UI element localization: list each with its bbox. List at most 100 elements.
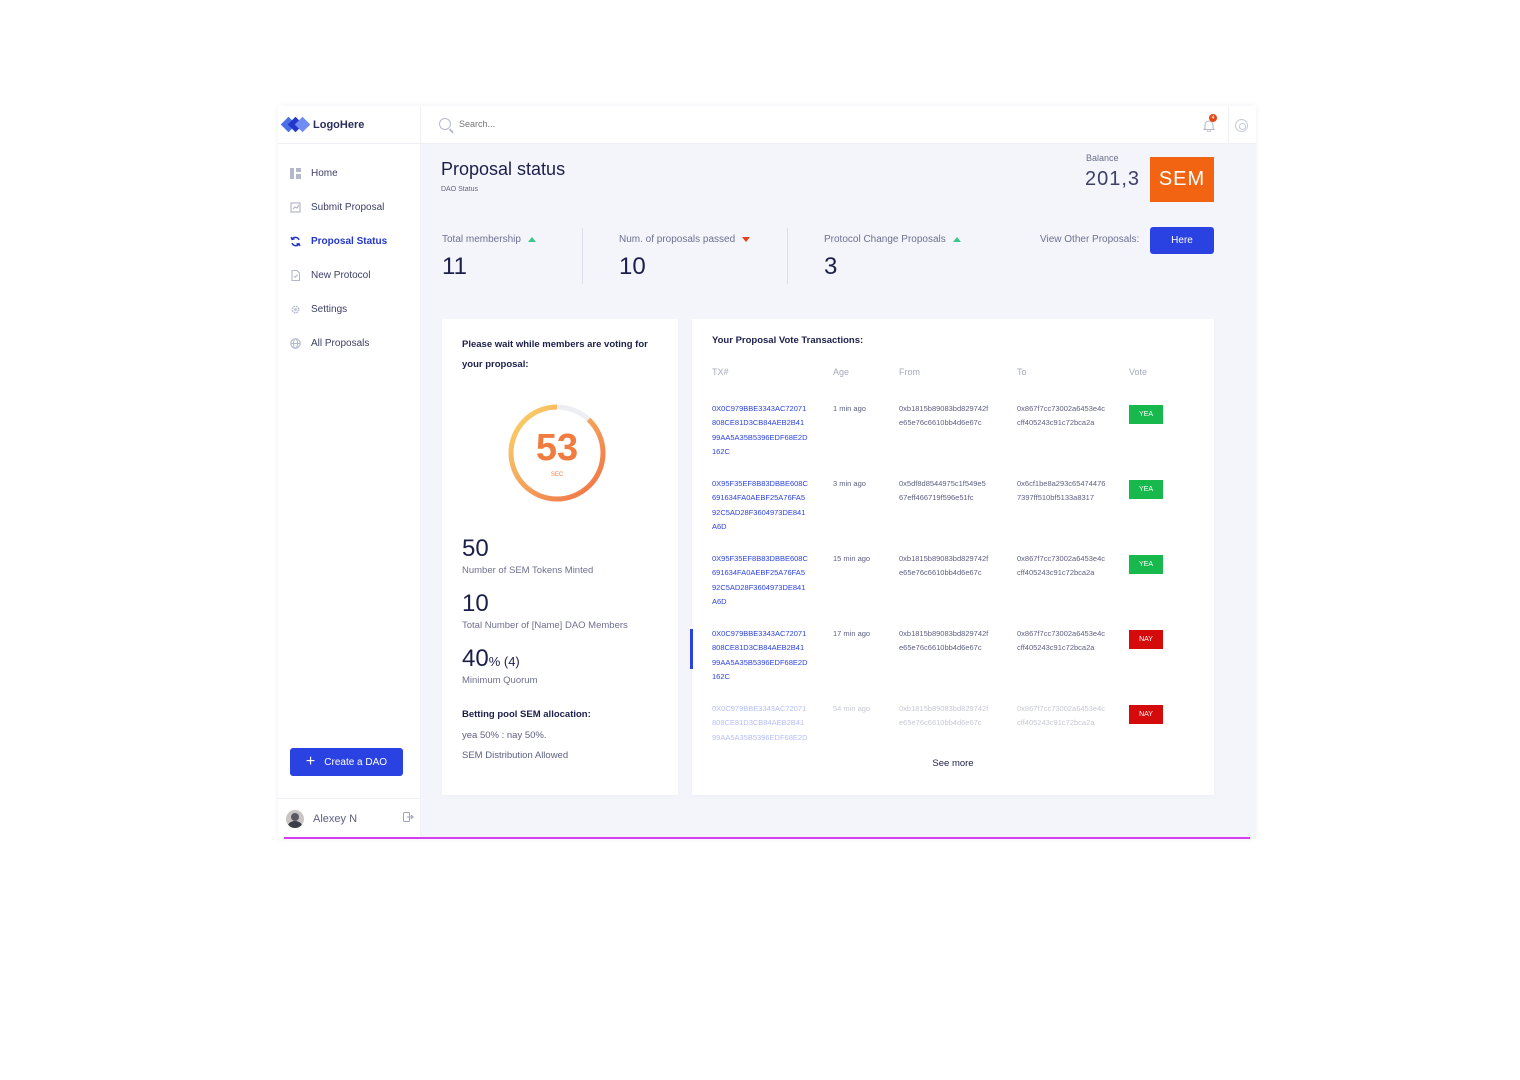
stat-label-text: Num. of proposals passed — [619, 234, 736, 245]
logo[interactable]: LogoHere — [278, 106, 421, 144]
quorum-suffix: % (4) — [488, 654, 520, 669]
balance-label: Balance — [1086, 153, 1119, 163]
search-icon — [439, 118, 451, 130]
page-title: Proposal status — [441, 159, 566, 179]
sidebar-item-new-protocol[interactable]: New Protocol — [278, 258, 421, 292]
tx-from: 0xb1815b89083bd829742fe65e76c6610bb4d6e6… — [899, 554, 989, 578]
table-row[interactable]: 0X95F35EF8B83DBBE608C691634FA0AEBF25A76F… — [712, 477, 1182, 552]
transactions-title: Your Proposal Vote Transactions: — [712, 335, 864, 346]
document-icon — [289, 269, 301, 281]
window-underline — [284, 837, 1250, 839]
voting-card: Please wait while members are voting for… — [442, 319, 678, 795]
notifications-button[interactable]: 4 — [1203, 114, 1217, 132]
timer-value: 53 — [535, 427, 579, 469]
refresh-icon — [289, 235, 301, 247]
column-header-vote[interactable]: Vote — [1129, 367, 1179, 381]
top-bar: 4 — [421, 106, 1256, 144]
vote-badge: YEA — [1129, 405, 1163, 424]
view-other-button[interactable]: Here — [1150, 227, 1214, 254]
tx-hash-link[interactable]: 0X95F35EF8B83DBBE608C691634FA0AEBF25A76F… — [712, 552, 808, 627]
tx-age: 1 min ago — [833, 404, 866, 413]
quorum-metric: 40% (4) Minimum Quorum — [462, 645, 538, 686]
table-row[interactable]: 0X0C979BBE3343AC72071808CE81D3CB84AEB2B4… — [712, 702, 1182, 742]
search-input[interactable] — [459, 119, 659, 129]
transactions-card: Your Proposal Vote Transactions: TX# Age… — [690, 319, 1214, 795]
sidebar-item-home[interactable]: Home — [278, 156, 421, 190]
vote-badge: NAY — [1129, 630, 1163, 649]
tx-hash-link[interactable]: 0X0C979BBE3343AC72071808CE81D3CB84AEB2B4… — [712, 627, 808, 702]
quorum-value: 40 — [462, 645, 489, 672]
tx-age: 17 min ago — [833, 629, 871, 638]
vote-cell: NAY — [1129, 702, 1179, 742]
vote-cell: YEA — [1129, 477, 1179, 552]
sidebar-item-all-proposals[interactable]: All Proposals — [278, 326, 421, 360]
sidebar-item-label: Settings — [311, 303, 348, 315]
tx-to: 0x6cf1be8a293c654744767397ff510bf5133a83… — [1017, 479, 1106, 503]
column-header-tx[interactable]: TX# — [712, 367, 833, 381]
metric-value: 50 — [462, 535, 489, 562]
table-header: TX# Age From To Vote — [712, 367, 1182, 381]
sidebar-item-label: Proposal Status — [311, 235, 388, 247]
avatar[interactable] — [286, 810, 304, 828]
table-row[interactable]: 0X0C979BBE3343AC72071808CE81D3CB84AEB2B4… — [712, 627, 1182, 702]
stat-value: 3 — [824, 253, 838, 280]
stat-total-membership: Total membership 11 — [442, 234, 536, 281]
search-bar[interactable] — [439, 118, 659, 130]
view-other-label: View Other Proposals: — [1040, 234, 1140, 245]
vote-cell: YEA — [1129, 552, 1179, 627]
logout-icon[interactable] — [403, 812, 414, 825]
user-profile[interactable]: Alexey N — [278, 798, 421, 839]
app-window: LogoHere Home Submit Proposal Proposal S… — [278, 106, 1256, 839]
logo-text: LogoHere — [313, 118, 365, 131]
tokens-minted-metric: 50 Number of SEM Tokens Minted — [462, 535, 593, 576]
stat-label: Total membership — [442, 234, 536, 245]
stat-proposals-passed: Num. of proposals passed 10 — [619, 234, 751, 281]
create-dao-button[interactable]: + Create a DAO — [290, 748, 403, 776]
stat-label: Protocol Change Proposals — [824, 234, 961, 245]
trend-up-icon — [527, 237, 536, 242]
table-row[interactable]: 0X95F35EF8B83DBBE608C691634FA0AEBF25A76F… — [712, 552, 1182, 627]
sidebar-item-submit-proposal[interactable]: Submit Proposal — [278, 190, 421, 224]
metric-label: Number of SEM Tokens Minted — [462, 565, 594, 576]
see-more-link[interactable]: See more — [692, 758, 1214, 769]
gear-icon — [289, 303, 301, 315]
sidebar-item-settings[interactable]: Settings — [278, 292, 421, 326]
trend-up-icon — [952, 237, 961, 242]
voting-wait-text: Please wait while members are voting for… — [462, 339, 648, 370]
pool-split: yea 50% : nay 50%. — [462, 730, 547, 741]
stat-label-text: Protocol Change Proposals — [824, 234, 946, 245]
stat-protocol-change: Protocol Change Proposals 3 — [824, 234, 961, 281]
sidebar: LogoHere Home Submit Proposal Proposal S… — [278, 106, 421, 839]
sidebar-item-label: New Protocol — [311, 269, 371, 281]
notification-badge: 4 — [1209, 114, 1217, 122]
divider — [582, 228, 583, 284]
table-row[interactable]: 0X0C979BBE3343AC72071808CE81D3CB84AEB2B4… — [712, 402, 1182, 477]
tx-from: 0xb1815b89083bd829742fe65e76c6610bb4d6e6… — [899, 404, 989, 428]
timer-unit: SEC — [550, 472, 564, 478]
column-header-age[interactable]: Age — [833, 367, 899, 381]
metric-value: 40% (4) — [462, 645, 538, 673]
pool-title: Betting pool SEM allocation: — [462, 709, 591, 720]
column-header-from[interactable]: From — [899, 367, 1017, 381]
stat-label: Num. of proposals passed — [619, 234, 751, 245]
tx-hash-link[interactable]: 0X0C979BBE3343AC72071808CE81D3CB84AEB2B4… — [712, 702, 808, 742]
vote-badge: YEA — [1129, 480, 1163, 499]
pool-distribution: SEM Distribution Allowed — [462, 750, 569, 761]
page-subtitle: DAO Status — [441, 186, 478, 193]
tx-from: 0x5df8d8544975c1f549e567eff466719f596e51… — [899, 479, 986, 503]
column-header-to[interactable]: To — [1017, 367, 1129, 381]
dao-members-metric: 10 Total Number of [Name] DAO Members — [462, 590, 628, 631]
tx-hash-link[interactable]: 0X0C979BBE3343AC72071808CE81D3CB84AEB2B4… — [712, 402, 808, 477]
transactions-table: TX# Age From To Vote 0X0C979BBE3343AC720… — [712, 367, 1182, 742]
tx-to: 0x867f7cc73002a6453e4ccff405243c91c72bca… — [1017, 404, 1105, 428]
tx-hash-link[interactable]: 0X95F35EF8B83DBBE608C691634FA0AEBF25A76F… — [712, 477, 808, 552]
tx-to: 0x867f7cc73002a6453e4ccff405243c91c72bca… — [1017, 704, 1105, 728]
settings-icon[interactable] — [1235, 119, 1248, 132]
stat-label-text: Total membership — [442, 234, 521, 245]
tx-to: 0x867f7cc73002a6453e4ccff405243c91c72bca… — [1017, 554, 1105, 578]
sidebar-item-proposal-status[interactable]: Proposal Status — [278, 224, 421, 258]
stat-value: 11 — [442, 253, 467, 280]
submit-icon — [289, 201, 301, 213]
vote-cell: YEA — [1129, 402, 1179, 477]
tx-age: 15 min ago — [833, 554, 871, 563]
